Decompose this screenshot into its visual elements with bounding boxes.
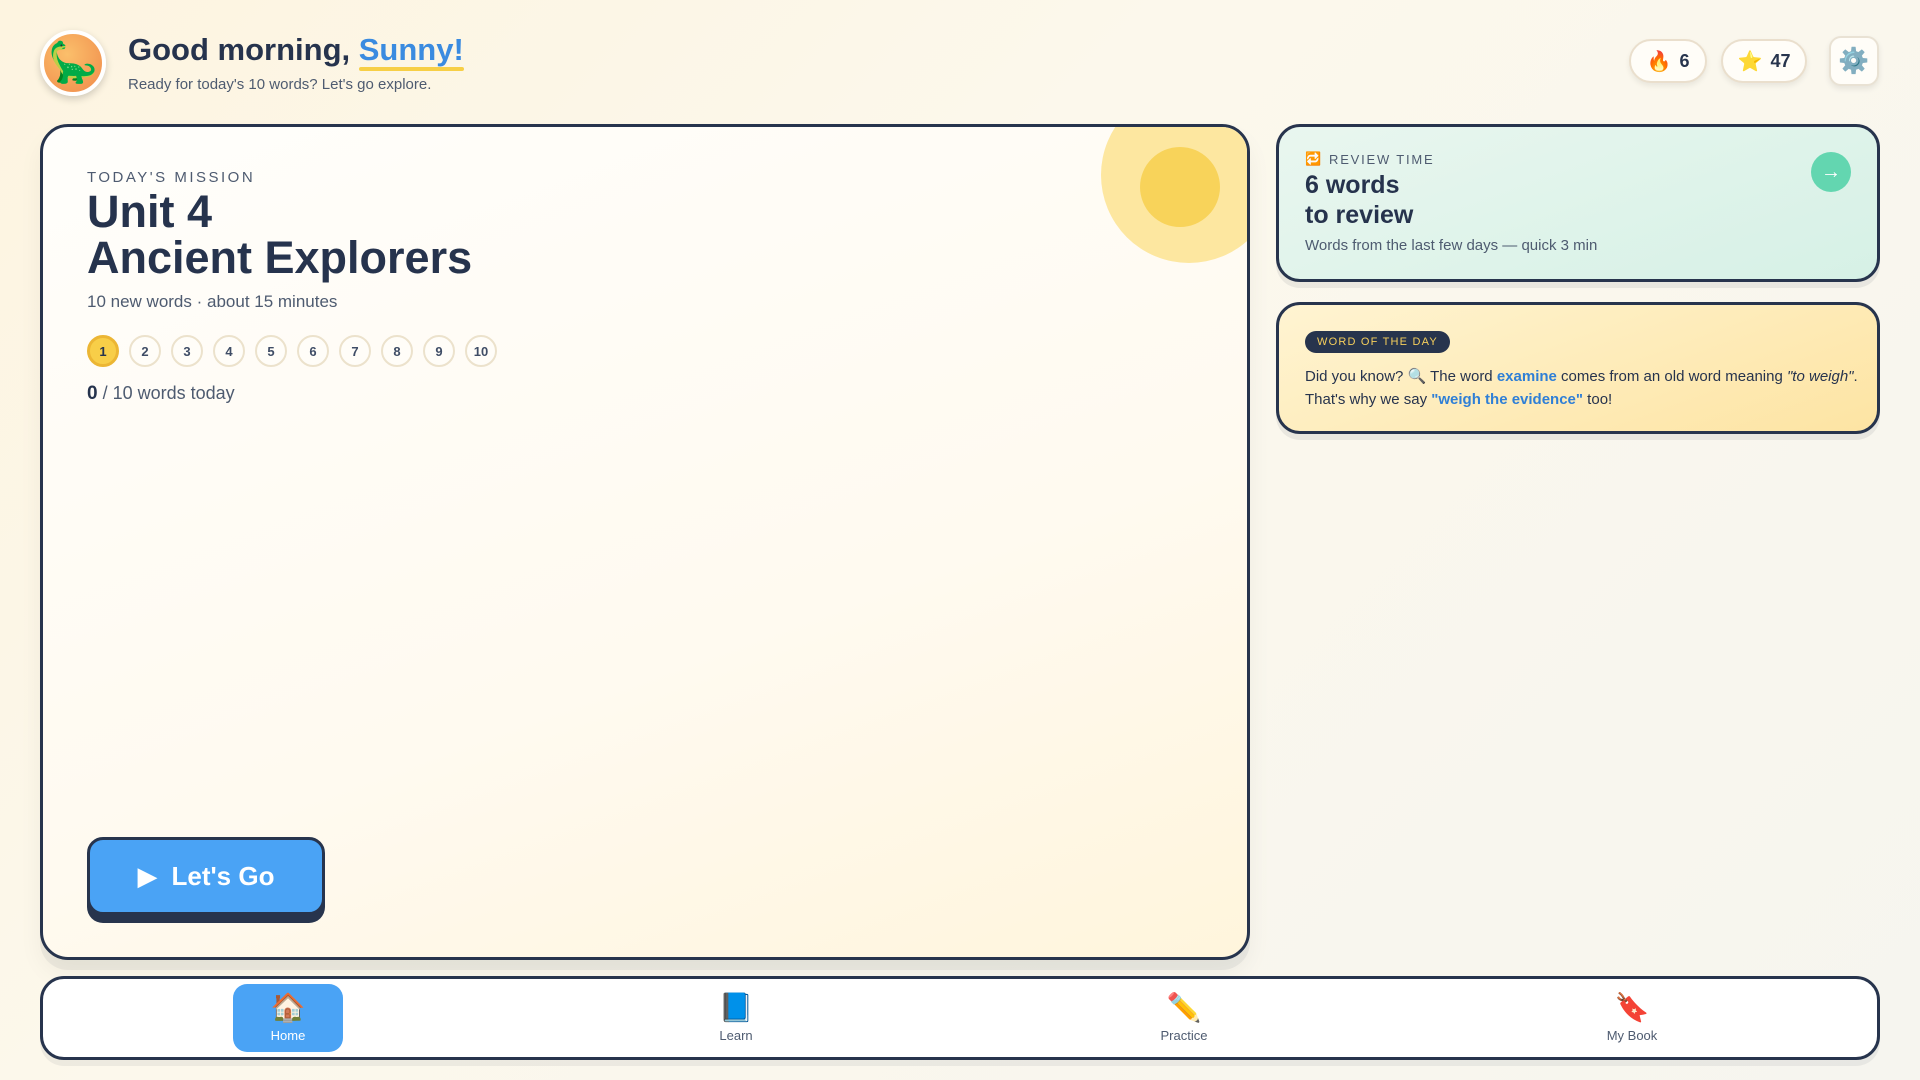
gear-icon: ⚙️ (1838, 46, 1870, 75)
avatar[interactable]: 🦕 (40, 30, 106, 96)
streak-count: 6 (1679, 50, 1690, 71)
step-4[interactable]: 4 (213, 335, 245, 367)
nav-item-practice[interactable]: ✏️ Practice (1129, 984, 1239, 1052)
step-1[interactable]: 1 (87, 335, 119, 367)
words-done-count: 0 (87, 383, 98, 404)
featured-word[interactable]: examine (1497, 368, 1557, 385)
greeting-subtitle: Ready for today's 10 words? Let's go exp… (128, 76, 432, 93)
nav-item-my-book[interactable]: 🔖 My Book (1577, 984, 1687, 1052)
bookmark-icon: 🔖 (1614, 991, 1650, 1023)
house-icon: 🏠 (270, 991, 306, 1023)
book-icon: 📘 (718, 991, 754, 1023)
word-meaning: "to weigh" (1786, 368, 1854, 385)
mission-card: TODAY'S MISSION Unit 4 Ancient Explorers… (40, 124, 1250, 960)
fire-icon: 🔥 (1646, 50, 1672, 73)
wotd-text-part: comes from an old word meaning (1556, 368, 1787, 385)
review-subtitle: Words from the last few days — quick 3 m… (1305, 237, 1598, 254)
word-of-the-day-text: Did you know? 🔍 The word examine comes f… (1305, 365, 1865, 411)
nav-item-home[interactable]: 🏠 Home (233, 984, 343, 1052)
unit-name: Ancient Explorers (87, 232, 473, 283)
nav-label-learn: Learn (719, 1027, 753, 1043)
play-icon: ▶ (137, 860, 158, 891)
review-arrow-button[interactable]: → (1811, 152, 1851, 192)
streak-badge[interactable]: 🔥 6 (1629, 39, 1707, 83)
review-title: 6 words to review (1305, 170, 1413, 230)
step-9[interactable]: 9 (423, 335, 455, 367)
step-5[interactable]: 5 (255, 335, 287, 367)
nav-label-home: Home (270, 1027, 306, 1043)
step-tracker: 1 2 3 4 5 6 7 8 9 10 (87, 335, 497, 367)
step-6[interactable]: 6 (297, 335, 329, 367)
lets-go-button[interactable]: ▶ Let's Go (87, 837, 325, 915)
mission-label: TODAY'S MISSION (87, 169, 256, 186)
unit-title: Unit 4 (87, 186, 213, 237)
star-icon: ⭐ (1737, 50, 1763, 73)
review-card[interactable]: 🔁 REVIEW TIME 6 words to review Words fr… (1276, 124, 1880, 282)
wotd-text-part: too! (1583, 391, 1613, 408)
word-of-the-day-tag: WORD OF THE DAY (1305, 331, 1450, 353)
step-7[interactable]: 7 (339, 335, 371, 367)
step-8[interactable]: 8 (381, 335, 413, 367)
step-2[interactable]: 2 (129, 335, 161, 367)
greeting: Good morning, Sunny! Ready for today's 1… (128, 32, 464, 93)
nav-label-my-book: My Book (1606, 1027, 1658, 1043)
arrow-right-icon: → (1821, 160, 1841, 183)
word-of-the-day-card: WORD OF THE DAY Did you know? 🔍 The word… (1276, 302, 1880, 434)
dinosaur-icon: 🦕 (48, 41, 98, 85)
settings-button[interactable]: ⚙️ (1829, 36, 1879, 86)
stars-badge[interactable]: ⭐ 47 (1721, 39, 1807, 83)
user-name: Sunny! (358, 32, 464, 71)
progress-suffix: / 10 words today (97, 383, 235, 403)
header: 🦕 Good morning, Sunny! Ready for today's… (40, 30, 1880, 100)
greeting-prefix: Good morning, (128, 32, 359, 67)
pencil-icon: ✏️ (1166, 991, 1202, 1023)
step-3[interactable]: 3 (171, 335, 203, 367)
featured-phrase: "weigh the evidence" (1431, 391, 1584, 408)
review-label: 🔁 REVIEW TIME (1305, 151, 1435, 167)
repeat-icon: 🔁 (1305, 151, 1323, 166)
review-label-text: REVIEW TIME (1329, 151, 1435, 167)
mission-title: Unit 4 Ancient Explorers (87, 189, 472, 281)
mission-meta: 10 new words · about 15 minutes (87, 292, 338, 311)
wotd-text-part: Did you know? 🔍 The word (1305, 368, 1497, 385)
sun-core-decoration (1140, 147, 1220, 227)
greeting-title: Good morning, Sunny! (128, 32, 464, 71)
review-count: 6 words (1305, 171, 1400, 199)
daily-progress: 0 / 10 words today (87, 383, 235, 405)
bottom-nav: 🏠 Home 📘 Learn ✏️ Practice 🔖 My Book (40, 976, 1880, 1060)
stars-count: 47 (1770, 50, 1791, 71)
review-title-line2: to review (1305, 201, 1414, 229)
nav-label-practice: Practice (1160, 1027, 1208, 1043)
lets-go-label: Let's Go (171, 860, 275, 891)
step-10[interactable]: 10 (465, 335, 497, 367)
nav-item-learn[interactable]: 📘 Learn (681, 984, 791, 1052)
